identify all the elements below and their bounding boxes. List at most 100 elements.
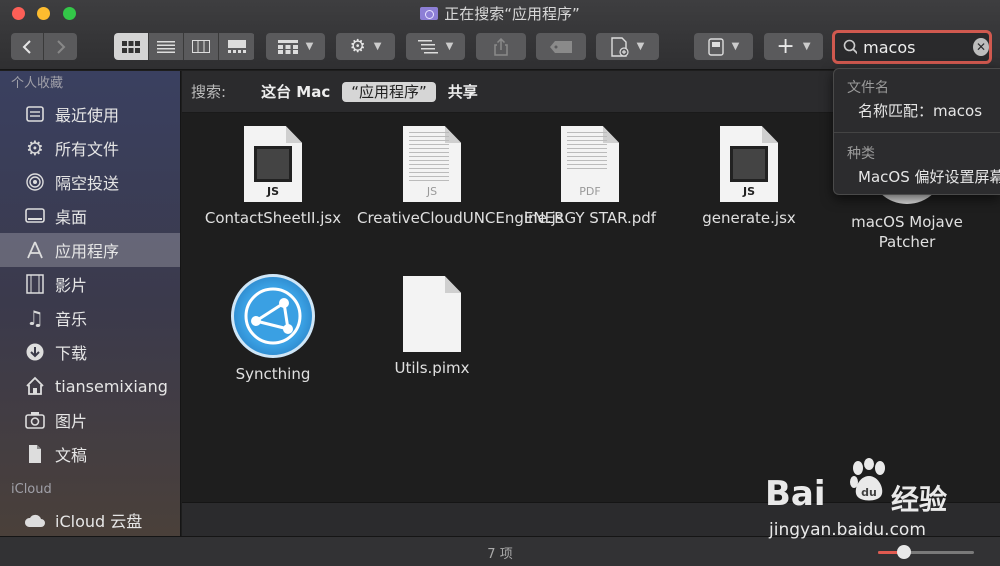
airdrop-icon bbox=[24, 171, 46, 193]
sidebar-item-5[interactable]: 影片 bbox=[0, 267, 180, 301]
icon-view-button[interactable] bbox=[114, 33, 149, 60]
file-name: macOS Mojave Patcher bbox=[851, 213, 963, 251]
scope-option[interactable]: 共享 bbox=[439, 82, 487, 102]
sidebar-item-4[interactable]: 应用程序 bbox=[0, 233, 180, 267]
sidebar-item-label: 应用程序 bbox=[55, 242, 120, 261]
file-name: Utils.pimx bbox=[394, 359, 470, 377]
columns-icon bbox=[192, 40, 210, 53]
watermark-brand: Bai bbox=[765, 474, 826, 514]
download-icon bbox=[24, 341, 46, 363]
sidebar: 个人收藏 最近使用 ⚙ 所有文件隔空投送桌面应用程序影片 ♫ 音乐下载 tiansemix… bbox=[0, 71, 181, 536]
gear-icon: ⚙ bbox=[26, 136, 44, 160]
forward-button[interactable] bbox=[44, 33, 77, 60]
tag-icon bbox=[550, 40, 572, 53]
search-suggestions-popover: 文件名 名称匹配：macos 种类 MacOS 偏好设置屏幕 bbox=[833, 68, 1000, 195]
sidebar-item-label: 影片 bbox=[55, 276, 88, 295]
watermark-url: jingyan.baidu.com bbox=[769, 520, 926, 540]
icon-size-slider[interactable] bbox=[878, 545, 974, 559]
sidebar-item-9[interactable]: 图片 bbox=[0, 403, 180, 437]
sidebar-item-1[interactable]: ⚙ 所有文件 bbox=[0, 131, 180, 165]
sidebar-item-label: 音乐 bbox=[55, 310, 88, 329]
disk-menu-button[interactable]: ▼ bbox=[694, 33, 753, 60]
sidebar-item-3[interactable]: 桌面 bbox=[0, 199, 180, 233]
sidebar-item-10[interactable]: 文稿 bbox=[0, 437, 180, 471]
group-by-button[interactable]: ▼ bbox=[266, 33, 325, 60]
file-name: CreativeCloudUNCEngine.js bbox=[357, 209, 564, 227]
sidebar-item-label: 文稿 bbox=[55, 446, 88, 465]
sidebar-item-0[interactable]: 最近使用 bbox=[0, 97, 180, 131]
sidebar-item-label: 隔空投送 bbox=[55, 174, 120, 193]
documents-icon bbox=[24, 443, 46, 465]
file-item[interactable]: JS ContactSheetII.jsx bbox=[198, 124, 348, 228]
window-title: 正在搜索“应用程序” bbox=[0, 3, 1000, 24]
smart-folder-icon bbox=[420, 7, 439, 20]
chevron-left-icon bbox=[22, 39, 31, 54]
sidebar-item-8[interactable]: tiansemixiang bbox=[0, 369, 180, 403]
svg-text:du: du bbox=[861, 486, 877, 499]
new-document-button[interactable]: ▼ bbox=[596, 33, 659, 60]
group-grid-icon bbox=[277, 39, 298, 54]
suggestion-header-filename: 文件名 bbox=[847, 80, 889, 96]
scope-option[interactable]: “应用程序” bbox=[342, 82, 436, 102]
chevron-down-icon: ▼ bbox=[802, 41, 811, 52]
suggestion-name-matches[interactable]: 名称匹配：macos bbox=[834, 99, 1000, 123]
paw-icon: du bbox=[850, 458, 885, 501]
scope-label: 搜索: bbox=[191, 83, 227, 101]
sidebar-item-label: 桌面 bbox=[55, 208, 88, 227]
home-icon bbox=[24, 375, 46, 397]
plus-icon: + bbox=[776, 33, 795, 59]
sidebar-item-7[interactable]: 下载 bbox=[0, 335, 180, 369]
add-button[interactable]: + ▼ bbox=[764, 33, 823, 60]
file-name: ContactSheetII.jsx bbox=[204, 209, 342, 227]
search-field[interactable]: ✕ bbox=[832, 30, 992, 64]
action-menu-button[interactable]: ⚙ ▼ bbox=[336, 33, 395, 60]
js-file-icon: JS bbox=[720, 126, 778, 202]
share-button[interactable] bbox=[476, 33, 526, 60]
gallery-view-button[interactable] bbox=[219, 33, 254, 60]
list-icon bbox=[157, 40, 175, 53]
search-input[interactable] bbox=[863, 37, 968, 57]
close-icon: ✕ bbox=[976, 40, 987, 54]
sidebar-item-2[interactable]: 隔空投送 bbox=[0, 165, 180, 199]
grid-icon bbox=[122, 40, 140, 53]
sidebar-item-label: 下载 bbox=[55, 344, 88, 363]
sidebar-item-label: tiansemixiang bbox=[55, 376, 168, 396]
chevron-right-icon bbox=[56, 39, 65, 54]
sidebar-item-icloud-0[interactable]: iCloud 云盘 bbox=[0, 503, 180, 536]
document-add-icon bbox=[610, 36, 629, 57]
file-item[interactable]: Utils.pimx bbox=[357, 274, 507, 378]
file-name: generate.jsx bbox=[702, 209, 796, 227]
sidebar-item-label: 图片 bbox=[55, 412, 88, 431]
applications-icon bbox=[24, 239, 46, 261]
desktop-icon bbox=[24, 205, 46, 227]
arrange-button[interactable]: ▼ bbox=[406, 33, 465, 60]
gallery-icon bbox=[227, 40, 246, 53]
pdf-file-icon: PDF bbox=[561, 126, 619, 202]
list-view-button[interactable] bbox=[149, 33, 184, 60]
file-item[interactable]: JS generate.jsx bbox=[674, 124, 824, 228]
clear-search-button[interactable]: ✕ bbox=[973, 38, 989, 56]
file-name: Syncthing bbox=[235, 365, 311, 383]
divider bbox=[834, 132, 1000, 133]
blank-file-icon bbox=[403, 276, 461, 352]
file-item[interactable]: JS CreativeCloudUNCEngine.js bbox=[357, 124, 564, 228]
share-icon bbox=[494, 37, 508, 56]
sidebar-item-label: iCloud 云盘 bbox=[55, 512, 143, 531]
edit-tags-button[interactable] bbox=[536, 33, 586, 60]
recents-icon bbox=[24, 103, 46, 125]
file-item[interactable]: PDF ENERGY STAR.pdf bbox=[515, 124, 665, 228]
sidebar-item-6[interactable]: ♫ 音乐 bbox=[0, 301, 180, 335]
suggestion-kind[interactable]: MacOS 偏好设置屏幕 bbox=[834, 165, 1000, 189]
chevron-down-icon: ▼ bbox=[305, 41, 314, 52]
music-icon: ♫ bbox=[26, 306, 44, 330]
file-item[interactable]: Syncthing bbox=[198, 274, 348, 384]
cloud-icon bbox=[24, 509, 46, 531]
sidebar-section-favorites: 个人收藏 bbox=[11, 76, 64, 91]
disk-icon bbox=[707, 37, 724, 56]
view-mode-segment bbox=[114, 33, 255, 60]
back-button[interactable] bbox=[11, 33, 44, 60]
arrange-icon bbox=[417, 39, 438, 53]
scope-option[interactable]: 这台 Mac bbox=[252, 82, 339, 102]
column-view-button[interactable] bbox=[184, 33, 219, 60]
sidebar-item-label: 所有文件 bbox=[55, 140, 120, 159]
